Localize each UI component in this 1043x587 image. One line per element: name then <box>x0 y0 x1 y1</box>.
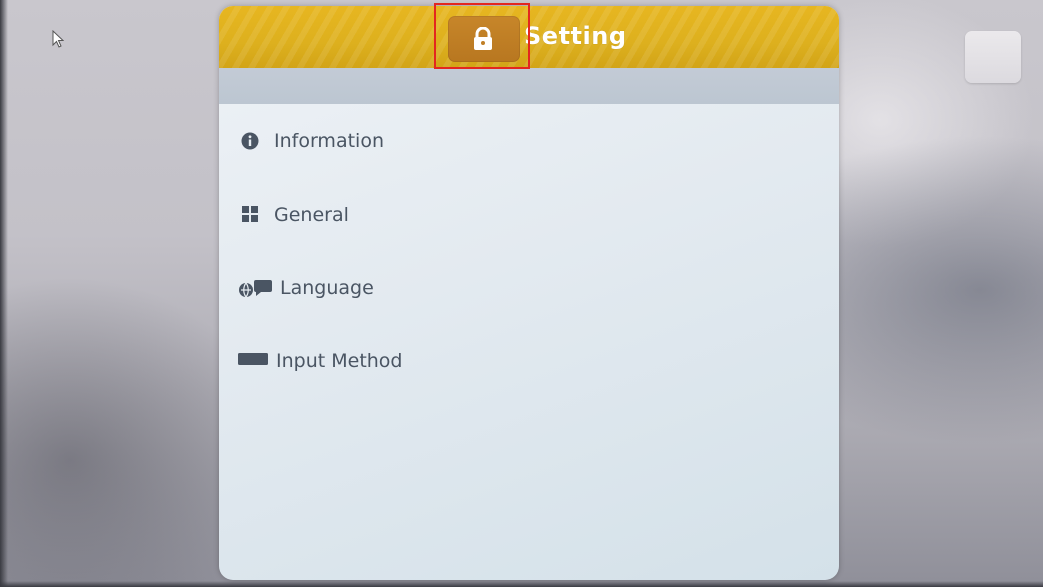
screen-bezel-bottom <box>0 581 1043 587</box>
language-icon <box>239 280 272 297</box>
menu-item-input-method[interactable]: Input Method <box>219 334 839 390</box>
selection-highlight-box <box>434 3 530 69</box>
menu-item-label: Information <box>274 130 384 152</box>
info-circle-icon <box>241 132 259 150</box>
screen-bezel-left <box>0 0 8 587</box>
toolbar-strip <box>219 68 839 104</box>
page-title: Setting <box>524 22 627 50</box>
menu-item-information[interactable]: Information <box>219 114 839 170</box>
keyboard-icon <box>238 353 268 365</box>
menu-item-general[interactable]: General <box>219 188 839 244</box>
menu-item-label: Language <box>280 277 374 299</box>
settings-panel: Setting Information General Language Inp… <box>219 6 839 580</box>
grid-icon <box>242 206 258 222</box>
corner-button[interactable] <box>965 31 1021 83</box>
menu-item-label: General <box>274 204 349 226</box>
device-screen: Setting Information General Language Inp… <box>0 0 1043 587</box>
mouse-cursor-icon <box>52 30 64 48</box>
menu-item-label: Input Method <box>276 350 403 372</box>
menu-item-language[interactable]: Language <box>219 261 839 317</box>
